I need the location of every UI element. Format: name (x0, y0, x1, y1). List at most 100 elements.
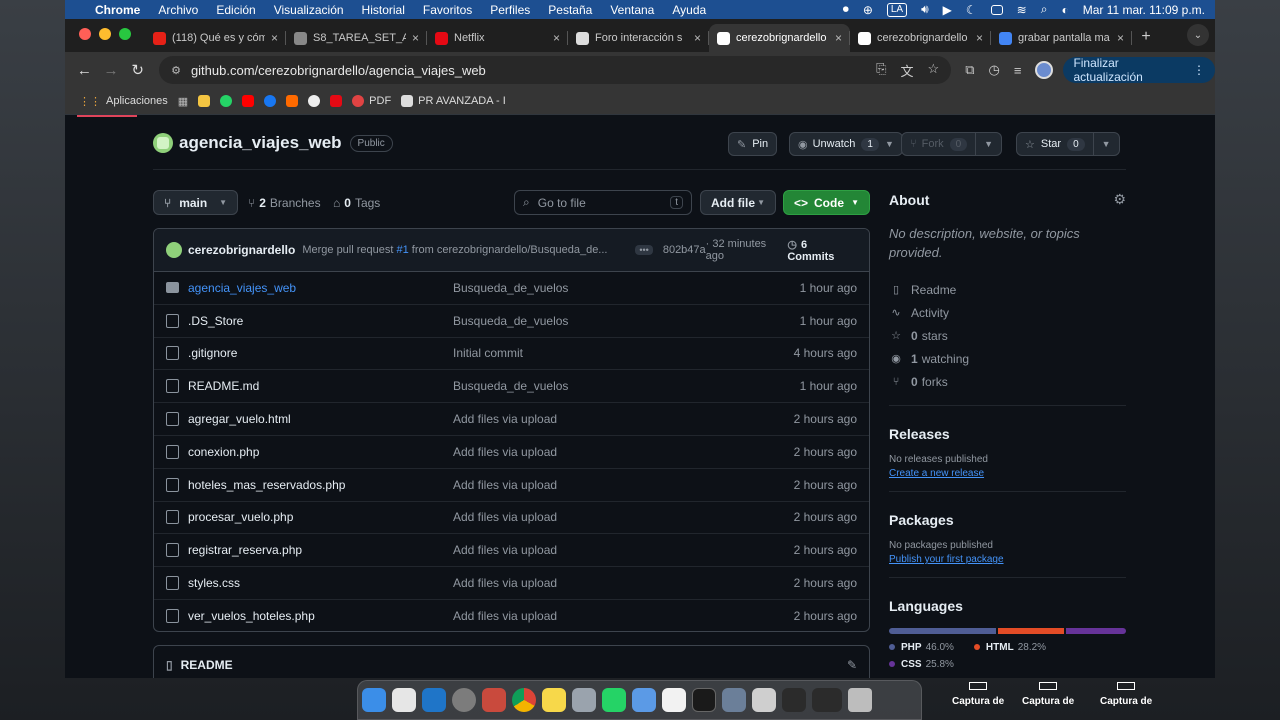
menu-item[interactable]: Historial (362, 3, 405, 17)
close-tab-icon[interactable]: × (976, 31, 983, 45)
file-row[interactable]: procesar_vuelo.php Add files via upload 2 … (154, 502, 869, 535)
commit-author[interactable]: cerezobrignardello (188, 243, 295, 257)
file-commit-message[interactable]: Busqueda_de_vuelos (453, 281, 800, 295)
update-button[interactable]: Finalizar actualización ⋮ (1063, 56, 1215, 84)
calendar-icon[interactable] (662, 688, 686, 712)
file-name[interactable]: registrar_reserva.php (188, 543, 453, 557)
system-settings-icon[interactable] (452, 688, 476, 712)
browser-tab[interactable]: S8_TAREA_SET_A × (286, 24, 427, 52)
menu-item[interactable]: Visualización (274, 3, 344, 17)
menu-item[interactable]: Perfiles (490, 3, 530, 17)
record-icon[interactable]: ⏺ (843, 2, 849, 17)
add-file-button[interactable]: Add file ▼ (700, 190, 776, 215)
repo-name[interactable]: agencia_viajes_web (179, 133, 342, 153)
close-tab-icon[interactable]: × (553, 31, 560, 45)
netflix-icon[interactable] (330, 95, 343, 107)
file-row[interactable]: README.md Busqueda_de_vuelos 1 hour ago (154, 370, 869, 404)
browser-tab[interactable]: Netflix × (427, 24, 568, 52)
browser-tab[interactable]: (118) Qué es y cómo × (145, 24, 286, 52)
menu-item[interactable]: Pestaña (548, 3, 592, 17)
owner-avatar[interactable] (153, 133, 173, 153)
trash-icon[interactable] (848, 688, 872, 712)
clock[interactable]: Mar 11 mar. 11:09 p.m. (1083, 3, 1205, 17)
author-avatar[interactable] (166, 242, 182, 258)
pin-button[interactable]: ✎ Pin (728, 132, 778, 156)
file-commit-message[interactable]: Add files via upload (453, 510, 794, 524)
search-icon[interactable]: ⌕ (1041, 2, 1048, 17)
publish-package-link[interactable]: Publish your first package (889, 554, 1126, 565)
file-name[interactable]: ver_vuelos_hoteles.php (188, 609, 453, 623)
bookmark-pdf[interactable]: PDF (352, 95, 391, 107)
fork-button[interactable]: ⑂ Fork 0 ▼ (901, 132, 1003, 156)
bookmark-af-icon[interactable] (198, 95, 211, 107)
install-icon[interactable]: ⎘ (876, 61, 886, 80)
file-name[interactable]: agencia_viajes_web (188, 281, 453, 295)
file-row[interactable]: agencia_viajes_web Busqueda_de_vuelos 1 ho… (154, 272, 869, 305)
battery-icon[interactable] (990, 4, 1003, 15)
file-commit-message[interactable]: Busqueda_de_vuelos (453, 314, 800, 328)
desktop-file[interactable]: Captura de (1022, 682, 1074, 707)
address-bar[interactable]: ⚙ github.com/cerezobrignardello/agencia_… (159, 56, 952, 84)
extensions-icon[interactable]: ⧉ (965, 62, 974, 78)
whatsapp-icon[interactable] (220, 95, 233, 107)
bookmark-apps[interactable]: ⋮⋮ Aplicaciones (79, 95, 168, 108)
file-commit-message[interactable]: Add files via upload (453, 445, 794, 459)
file-name[interactable]: procesar_vuelo.php (188, 510, 453, 524)
bookmark-pr[interactable]: PR AVANZADA - I (401, 95, 506, 107)
back-button[interactable]: ← (71, 62, 98, 79)
language-item[interactable]: HTML 28.2% (973, 642, 1046, 653)
window-thumbnail-icon[interactable] (752, 688, 776, 712)
close-tab-icon[interactable]: × (412, 31, 419, 45)
wifi-icon[interactable]: ≋ (1017, 3, 1027, 17)
utility-icon[interactable] (572, 688, 596, 712)
menu-item[interactable]: Ayuda (672, 3, 706, 17)
profile-avatar[interactable] (1035, 61, 1054, 79)
close-tab-icon[interactable]: × (835, 31, 842, 45)
unwatch-button[interactable]: ◉ Unwatch 1 ▼ (789, 132, 903, 156)
close-tab-icon[interactable]: × (694, 31, 701, 45)
file-row[interactable]: .gitignore Initial commit 4 hours ago (154, 338, 869, 371)
facebook-icon[interactable] (264, 95, 277, 107)
watching-link[interactable]: ◉ 1 watching (889, 347, 1126, 370)
forward-button[interactable]: → (98, 62, 125, 79)
file-row[interactable]: hoteles_mas_reservados.php Add files via … (154, 469, 869, 502)
window-thumbnail-icon[interactable] (782, 688, 806, 712)
activity-link[interactable]: ∿ Activity (889, 301, 1126, 324)
volume-icon[interactable]: 🔊︎ (921, 2, 929, 17)
packages-title[interactable]: Packages (889, 512, 1126, 528)
file-commit-message[interactable]: Add files via upload (453, 609, 794, 623)
chevron-down-icon[interactable]: ▼ (1092, 133, 1111, 155)
browser-tab[interactable]: cerezobrignardello × (850, 24, 991, 52)
desktop-file[interactable]: Captura de (952, 682, 1004, 707)
forks-link[interactable]: ⑂ 0 forks (889, 370, 1126, 393)
commit-message[interactable]: Merge pull request #1 from cerezobrignar… (302, 244, 623, 256)
branches-link[interactable]: ⑂ 2 Branches (248, 190, 321, 215)
language-item[interactable]: PHP 46.0% (889, 642, 954, 653)
finder-icon[interactable] (362, 688, 386, 712)
bookmark-threads-icon[interactable] (308, 95, 321, 107)
file-name[interactable]: .gitignore (188, 346, 453, 360)
close-tab-icon[interactable]: × (1117, 31, 1124, 45)
chevron-down-icon[interactable]: ▼ (975, 133, 993, 155)
zoom-window-button[interactable] (119, 28, 131, 40)
preview-icon[interactable] (392, 688, 416, 712)
bookmark-office-icon[interactable] (286, 95, 299, 107)
globe-icon[interactable]: ⊕ (863, 3, 873, 17)
browser-tab[interactable]: Foro interacción s × (568, 24, 709, 52)
file-row[interactable]: ver_vuelos_hoteles.php Add files via uplo… (154, 600, 869, 631)
whatsapp-icon[interactable] (602, 688, 626, 712)
screen-sharing-icon[interactable] (722, 688, 746, 712)
reload-button[interactable]: ↻ (124, 61, 151, 79)
releases-title[interactable]: Releases (889, 426, 1126, 442)
menu-item[interactable]: Ventana (610, 3, 654, 17)
create-release-link[interactable]: Create a new release (889, 468, 1126, 479)
minimize-window-button[interactable] (99, 28, 111, 40)
commit-hash[interactable]: 802b47a (663, 244, 706, 256)
commits-link[interactable]: ◷ 6 Commits (787, 238, 857, 263)
file-commit-message[interactable]: Add files via upload (453, 478, 794, 492)
file-name[interactable]: .DS_Store (188, 314, 453, 328)
file-commit-message[interactable]: Add files via upload (453, 412, 794, 426)
translate-icon[interactable]: 文 (901, 61, 914, 80)
file-name[interactable]: hoteles_mas_reservados.php (188, 478, 453, 492)
history-icon[interactable]: ◷ (989, 62, 1000, 78)
